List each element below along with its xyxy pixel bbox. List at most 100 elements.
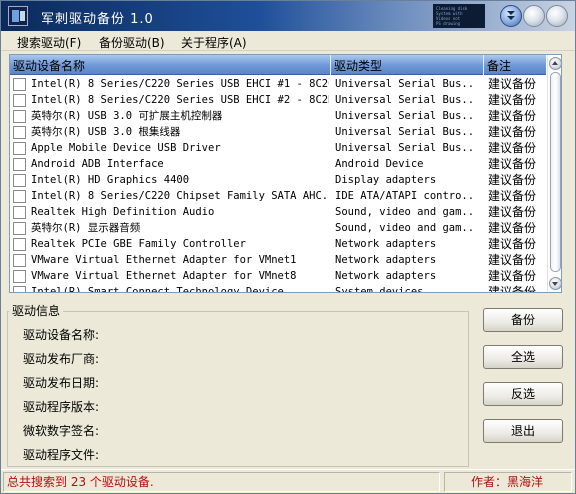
table-row[interactable]: Intel(R) 8 Series/C220 Series USB EHCI #…: [10, 76, 546, 92]
info-device-name-label: 驱动设备名称:: [23, 328, 100, 342]
table-row[interactable]: VMware Virtual Ethernet Adapter for VMne…: [10, 252, 546, 268]
table-row[interactable]: 英特尔(R) 显示器音频 Sound, video and gam... 建议备份: [10, 220, 546, 236]
scrollbar-thumb[interactable]: [550, 72, 561, 272]
column-header-device-name[interactable]: 驱动设备名称: [13, 57, 85, 74]
table-row[interactable]: 英特尔(R) USB 3.0 根集线器 Universal Serial Bus.…: [10, 124, 546, 140]
driver-list[interactable]: 驱动设备名称 驱动类型 备注 Intel(R) 8 Series/C220 Se…: [9, 54, 562, 293]
column-header-note[interactable]: 备注: [487, 57, 511, 74]
table-row[interactable]: Intel(R) 8 Series/C220 Chipset Family SA…: [10, 188, 546, 204]
title-bar[interactable]: 军刺驱动备份 1.0 Cleaning disk System with Vid…: [1, 1, 575, 31]
driver-type-cell: Universal Serial Bus...: [335, 94, 475, 106]
app-window: 军刺驱动备份 1.0 Cleaning disk System with Vid…: [0, 0, 576, 494]
select-all-button[interactable]: 全选: [483, 345, 563, 369]
note-cell: 建议备份: [488, 173, 537, 187]
note-cell: 建议备份: [488, 205, 537, 219]
driver-type-cell: Sound, video and gam...: [335, 206, 475, 218]
device-name-cell: 英特尔(R) 显示器音频: [31, 222, 141, 234]
info-version-label: 驱动程序版本:: [23, 400, 100, 414]
table-row[interactable]: Realtek High Definition Audio Sound, vide…: [10, 204, 546, 220]
scroll-up-icon[interactable]: [549, 57, 561, 70]
device-name-cell: VMware Virtual Ethernet Adapter for VMne…: [31, 254, 297, 266]
note-cell: 建议备份: [488, 157, 537, 171]
note-cell: 建议备份: [488, 253, 537, 267]
info-date-label: 驱动发布日期:: [23, 376, 100, 390]
close-button[interactable]: [546, 5, 568, 27]
device-name-cell: Intel(R) Smart Connect Technology Device: [31, 286, 284, 292]
row-checkbox[interactable]: [13, 110, 26, 123]
row-checkbox[interactable]: [13, 158, 26, 171]
note-cell: 建议备份: [488, 189, 537, 203]
table-row[interactable]: VMware Virtual Ethernet Adapter for VMne…: [10, 268, 546, 284]
row-checkbox[interactable]: [13, 142, 26, 155]
row-checkbox[interactable]: [13, 222, 26, 235]
row-checkbox[interactable]: [13, 78, 26, 91]
device-name-cell: VMware Virtual Ethernet Adapter for VMne…: [31, 270, 297, 282]
driver-type-cell: System devices: [335, 286, 424, 292]
dropdown-menu-button[interactable]: [500, 5, 522, 27]
table-row[interactable]: Intel(R) 8 Series/C220 Series USB EHCI #…: [10, 92, 546, 108]
info-signature-label: 微软数字签名:: [23, 424, 100, 438]
note-cell: 建议备份: [488, 125, 537, 139]
table-row[interactable]: Android ADB Interface Android Device 建议备份: [10, 156, 546, 172]
scroll-down-icon[interactable]: [549, 277, 561, 290]
note-cell: 建议备份: [488, 141, 537, 155]
column-divider[interactable]: [330, 55, 331, 75]
row-checkbox[interactable]: [13, 254, 26, 267]
list-rows: Intel(R) 8 Series/C220 Series USB EHCI #…: [10, 76, 546, 292]
menu-about[interactable]: 关于程序(A): [181, 34, 247, 51]
menu-search-drivers[interactable]: 搜索驱动(F): [17, 34, 81, 51]
column-header-driver-type[interactable]: 驱动类型: [334, 57, 382, 74]
row-checkbox[interactable]: [13, 270, 26, 283]
note-cell: 建议备份: [488, 237, 537, 251]
column-divider[interactable]: [483, 55, 484, 75]
table-row[interactable]: Apple Mobile Device USB Driver Universal …: [10, 140, 546, 156]
device-name-cell: Apple Mobile Device USB Driver: [31, 142, 221, 154]
note-cell: 建议备份: [488, 285, 537, 292]
backup-button[interactable]: 备份: [483, 308, 563, 332]
device-name-cell: Intel(R) 8 Series/C220 Series USB EHCI #…: [31, 78, 329, 90]
device-name-cell: Realtek High Definition Audio: [31, 206, 215, 218]
driver-type-cell: Network adapters: [335, 270, 437, 282]
driver-type-cell: Universal Serial Bus...: [335, 126, 475, 138]
minimize-button[interactable]: [523, 5, 545, 27]
row-checkbox[interactable]: [13, 206, 26, 219]
row-checkbox[interactable]: [13, 190, 26, 203]
driver-type-cell: Display adapters: [335, 174, 437, 186]
row-checkbox[interactable]: [13, 238, 26, 251]
driver-info-title: 驱动信息: [9, 302, 64, 319]
device-name-cell: 英特尔(R) USB 3.0 可扩展主机控制器: [31, 110, 223, 122]
driver-type-cell: Universal Serial Bus...: [335, 142, 475, 154]
title-decoration-image: Cleaning disk System with Videos not PS …: [433, 4, 485, 28]
table-row[interactable]: Realtek PCIe GBE Family Controller Networ…: [10, 236, 546, 252]
info-file-label: 驱动程序文件:: [23, 448, 100, 462]
menu-bar: 搜索驱动(F) 备份驱动(B) 关于程序(A): [1, 31, 575, 51]
table-row[interactable]: Intel(R) Smart Connect Technology Device…: [10, 284, 546, 292]
app-icon: [8, 6, 28, 26]
driver-type-cell: IDE ATA/ATAPI contro...: [335, 190, 475, 202]
device-name-cell: Intel(R) HD Graphics 4400: [31, 174, 190, 186]
list-header: 驱动设备名称 驱动类型 备注: [10, 55, 546, 75]
note-cell: 建议备份: [488, 269, 537, 283]
row-checkbox[interactable]: [13, 94, 26, 107]
menu-backup-drivers[interactable]: 备份驱动(B): [99, 34, 165, 51]
driver-type-cell: Universal Serial Bus...: [335, 110, 475, 122]
driver-type-cell: Network adapters: [335, 254, 437, 266]
row-checkbox[interactable]: [13, 286, 26, 292]
info-vendor-label: 驱动发布厂商:: [23, 352, 100, 366]
status-device-count: 总共搜索到 23 个驱动设备.: [3, 472, 440, 492]
row-checkbox[interactable]: [13, 126, 26, 139]
driver-type-cell: Network adapters: [335, 238, 437, 250]
device-name-cell: Android ADB Interface: [31, 158, 164, 170]
window-title: 军刺驱动备份 1.0: [41, 12, 154, 27]
table-row[interactable]: Intel(R) HD Graphics 4400 Display adapter…: [10, 172, 546, 188]
invert-selection-button[interactable]: 反选: [483, 382, 563, 406]
vertical-scrollbar[interactable]: [547, 55, 561, 292]
exit-button[interactable]: 退出: [483, 419, 563, 443]
driver-type-cell: Universal Serial Bus...: [335, 78, 475, 90]
note-cell: 建议备份: [488, 77, 537, 91]
note-cell: 建议备份: [488, 93, 537, 107]
row-checkbox[interactable]: [13, 174, 26, 187]
device-name-cell: Realtek PCIe GBE Family Controller: [31, 238, 246, 250]
status-bar: 总共搜索到 23 个驱动设备. 作者：黑海洋: [1, 469, 575, 493]
table-row[interactable]: 英特尔(R) USB 3.0 可扩展主机控制器 Universal Serial …: [10, 108, 546, 124]
